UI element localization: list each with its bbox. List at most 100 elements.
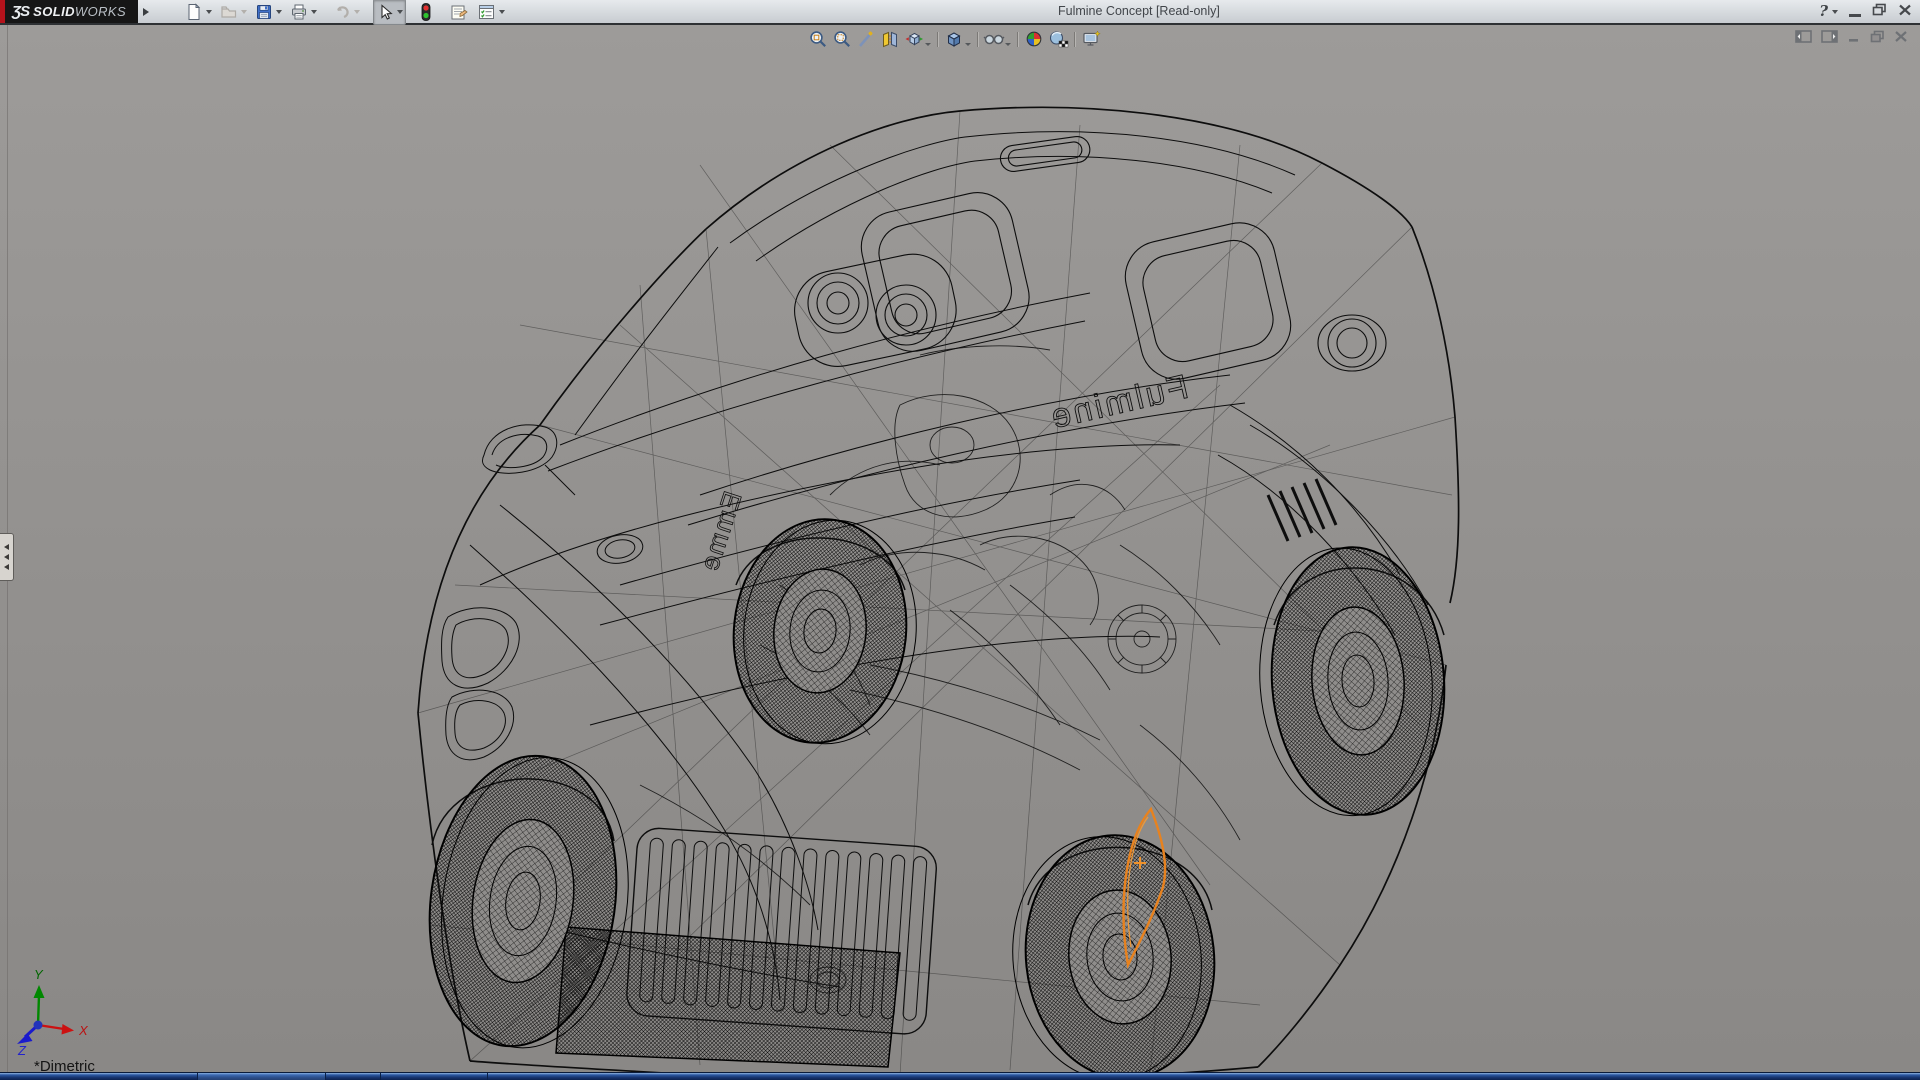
y-axis-arrow: [34, 985, 45, 998]
x-axis-label: X: [78, 1023, 89, 1038]
open-button[interactable]: [217, 0, 250, 25]
featuremanager-pane-right-button[interactable]: [1821, 30, 1838, 48]
minimize-document-button[interactable]: [1847, 30, 1861, 48]
chevron-down-icon[interactable]: [397, 10, 403, 14]
view-orientation-icon: [904, 29, 924, 49]
rebuild-button[interactable]: [416, 0, 436, 25]
solidworks-logo-solid: SOLID: [33, 4, 75, 19]
chevron-down-icon[interactable]: [276, 10, 282, 14]
hide-show-items-icon: [983, 29, 1005, 49]
x-axis-arrow: [62, 1024, 75, 1035]
minimize-button[interactable]: [1849, 6, 1861, 17]
toolbar-separator: [977, 32, 978, 47]
chevron-down-icon[interactable]: [206, 10, 212, 14]
chevron-down-icon[interactable]: [1005, 43, 1011, 46]
close-document-icon: [1894, 30, 1908, 43]
chevron-down-icon[interactable]: [925, 43, 931, 46]
toolbar-separator: [1074, 32, 1075, 47]
file-properties-button[interactable]: [446, 0, 472, 25]
toolbar-separator: [937, 32, 938, 47]
graphics-viewport[interactable]: Fulmine Emme: [0, 25, 1920, 1073]
undo-button[interactable]: [330, 0, 363, 25]
print-button[interactable]: [287, 0, 320, 25]
wheel-front-right: [1001, 826, 1226, 1073]
zoom-to-area-icon: [832, 29, 852, 49]
save-icon: [255, 3, 273, 21]
wheel-rear-left: [723, 511, 927, 753]
section-view-icon: [880, 29, 900, 49]
titlebar: ƷS SOLIDWORKS: [0, 0, 1920, 25]
model-badge-emme: Emme: [693, 488, 747, 576]
wheels: [412, 511, 1454, 1073]
zoom-to-fit-icon: [808, 29, 828, 49]
print-icon: [290, 3, 308, 21]
solidworks-logo: ƷS SOLIDWORKS: [5, 0, 138, 23]
previous-view-button[interactable]: [854, 27, 878, 51]
display-style-icon: [944, 29, 964, 49]
display-style-button[interactable]: [942, 27, 966, 51]
edit-appearance-button[interactable]: [1022, 27, 1046, 51]
taskbar-separator: [380, 1073, 381, 1080]
minimize-icon: [1849, 14, 1861, 17]
headsup-view-toolbar: [806, 27, 1103, 51]
taskbar-separator: [325, 1073, 326, 1080]
chevron-left-icon: [4, 554, 9, 560]
options-icon: [477, 3, 496, 21]
featuremanager-pane-left-icon: [1795, 30, 1812, 43]
featuremanager-pane-left-button[interactable]: [1795, 30, 1812, 48]
chevron-left-icon: [4, 564, 9, 570]
reference-triad: Y X Z: [6, 961, 102, 1057]
restore-document-button[interactable]: [1870, 30, 1885, 48]
featuremanager-pane-right-icon: [1821, 30, 1838, 43]
new-document-button[interactable]: [182, 0, 215, 25]
restore-icon: [1872, 3, 1887, 16]
apply-scene-button[interactable]: [1046, 27, 1070, 51]
rebuild-traffic-light-icon: [419, 2, 433, 22]
menu-expand-arrow-icon[interactable]: [143, 8, 149, 16]
view-settings-button[interactable]: [1079, 27, 1103, 51]
window-title: Fulmine Concept [Read-only]: [1058, 0, 1220, 23]
chevron-down-icon[interactable]: [1832, 10, 1838, 14]
close-icon: [1898, 4, 1912, 16]
standard-toolbar: [181, 0, 509, 25]
restore-button[interactable]: [1872, 3, 1887, 21]
undo-icon: [333, 3, 351, 21]
edit-appearance-icon: [1024, 29, 1044, 49]
help-button[interactable]: ?: [1819, 4, 1838, 19]
solidworks-logo-works: WORKS: [75, 4, 126, 19]
section-view-button[interactable]: [878, 27, 902, 51]
close-button[interactable]: [1898, 3, 1912, 21]
chevron-down-icon[interactable]: [965, 43, 971, 46]
document-window-controls: [1795, 30, 1908, 48]
select-button[interactable]: [373, 0, 406, 25]
restore-document-icon: [1870, 30, 1885, 43]
chevron-down-icon[interactable]: [499, 10, 505, 14]
save-button[interactable]: [252, 0, 285, 25]
taskbar-strip[interactable]: [0, 1072, 1920, 1080]
solidworks-logo-glyph: ƷS: [12, 3, 29, 20]
previous-view-icon: [856, 29, 876, 49]
toolbar-separator: [1017, 32, 1018, 47]
featuremanager-collapsed-tab[interactable]: [0, 533, 14, 581]
window-controls: ?: [1819, 0, 1912, 23]
taskbar-highlight: [197, 1073, 325, 1080]
chevron-down-icon[interactable]: [311, 10, 317, 14]
apply-scene-icon: [1048, 29, 1069, 49]
close-document-button[interactable]: [1894, 30, 1908, 48]
new-document-icon: [185, 3, 203, 21]
solidworks-window: ƷS SOLIDWORKS: [0, 0, 1920, 1080]
zoom-to-area-button[interactable]: [830, 27, 854, 51]
z-axis-label: Z: [17, 1043, 27, 1057]
chevron-down-icon: [241, 10, 247, 14]
y-axis-label: Y: [34, 967, 44, 982]
select-cursor-icon: [376, 3, 394, 21]
hide-show-items-button[interactable]: [982, 27, 1006, 51]
help-icon: ?: [1819, 4, 1828, 19]
wireframe-car-model: Fulmine Emme: [0, 25, 1920, 1073]
options-button[interactable]: [474, 0, 508, 25]
file-properties-icon: [449, 3, 469, 21]
view-orientation-button[interactable]: [902, 27, 926, 51]
wheel-rear-right: [1251, 541, 1453, 821]
open-icon: [220, 3, 238, 21]
zoom-to-fit-button[interactable]: [806, 27, 830, 51]
